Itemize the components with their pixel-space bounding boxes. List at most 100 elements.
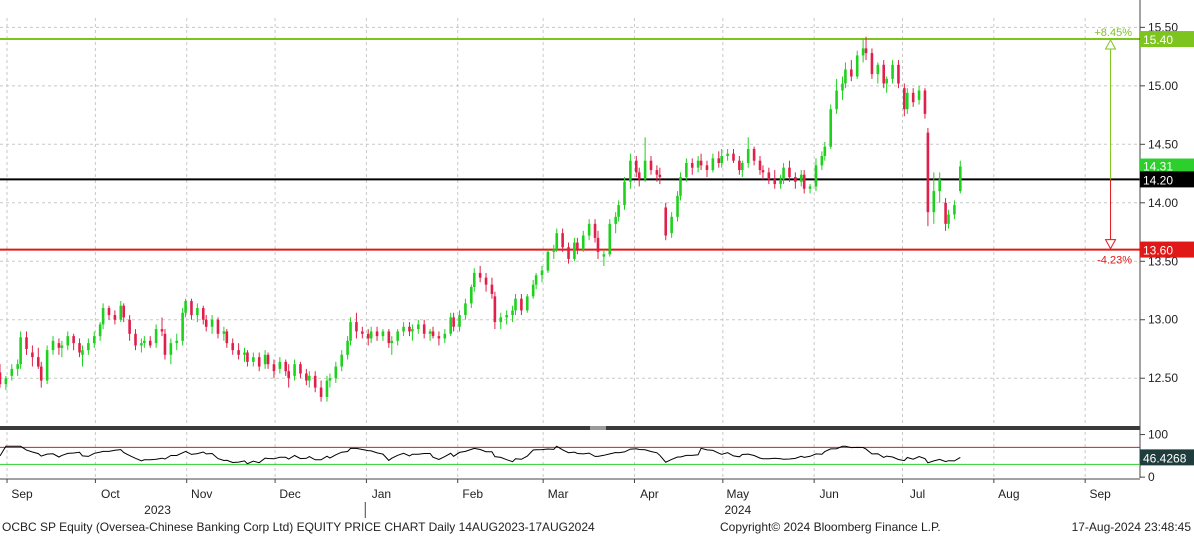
candle-down bbox=[122, 305, 126, 318]
candle-down bbox=[788, 167, 791, 178]
candle-down bbox=[257, 357, 261, 367]
x-tick-label: Sep bbox=[11, 487, 33, 501]
x-tick-label: Aug bbox=[998, 487, 1019, 501]
candle-down bbox=[752, 148, 756, 161]
candle-up bbox=[932, 191, 936, 213]
candle-up bbox=[617, 205, 620, 217]
candle-down bbox=[305, 373, 308, 381]
candle-up bbox=[876, 64, 880, 75]
level-label-pivot: 14.20 bbox=[1143, 173, 1173, 187]
x-tick-label: Jan bbox=[372, 487, 391, 501]
candle-down bbox=[634, 160, 638, 173]
candle-down bbox=[655, 170, 659, 175]
x-tick-label: Sep bbox=[1089, 487, 1111, 501]
level-label-resistance: 15.40 bbox=[1143, 33, 1173, 47]
candle-up bbox=[184, 301, 187, 313]
pane-divider-bar bbox=[0, 426, 1140, 430]
indicator-tick-label: 0 bbox=[1148, 470, 1155, 484]
candle-down bbox=[923, 90, 927, 114]
candle-up bbox=[514, 298, 517, 311]
candle-up bbox=[349, 322, 352, 341]
candle-down bbox=[204, 319, 208, 327]
candle-down bbox=[897, 64, 900, 84]
year-label: 2024 bbox=[724, 503, 751, 517]
candle-down bbox=[128, 319, 131, 334]
candle-down bbox=[773, 179, 777, 185]
candle-up bbox=[552, 249, 556, 252]
candle-down bbox=[355, 322, 358, 332]
candle-down bbox=[375, 331, 379, 337]
candle-up bbox=[947, 214, 950, 224]
candle-up bbox=[411, 329, 414, 332]
candle-down bbox=[761, 170, 765, 173]
candle-down bbox=[437, 336, 441, 339]
candle-up bbox=[835, 90, 838, 110]
candle-down bbox=[57, 343, 61, 348]
candle-up bbox=[938, 179, 941, 192]
footer-copyright: Copyright© 2024 Bloomberg Finance L.P. bbox=[720, 520, 941, 534]
candle-up bbox=[140, 343, 143, 346]
candle-down bbox=[850, 69, 853, 77]
x-tick-label: Jul bbox=[910, 487, 925, 501]
candle-up bbox=[390, 340, 394, 344]
pane-divider bbox=[0, 426, 1140, 430]
candle-down bbox=[903, 88, 906, 110]
indicator-tick-label: 100 bbox=[1148, 428, 1168, 442]
candle-up bbox=[458, 315, 461, 327]
candle-up bbox=[820, 156, 824, 166]
x-tick-label: Feb bbox=[462, 487, 483, 501]
candle-up bbox=[953, 205, 956, 215]
candle-up bbox=[711, 158, 715, 171]
candle-down bbox=[163, 333, 167, 355]
candle-up bbox=[679, 177, 682, 196]
candle-down bbox=[520, 298, 523, 311]
candle-down bbox=[690, 163, 694, 168]
candle-up bbox=[829, 109, 832, 147]
candle-up bbox=[841, 83, 844, 91]
x-tick-label: Oct bbox=[101, 487, 120, 501]
candle-down bbox=[944, 202, 947, 224]
candle-down bbox=[637, 172, 641, 180]
candle-up bbox=[346, 340, 349, 355]
x-tick-label: May bbox=[727, 487, 750, 501]
candle-up bbox=[222, 331, 226, 334]
candle-down bbox=[732, 153, 735, 161]
candle-up bbox=[844, 69, 847, 84]
candle-up bbox=[243, 352, 246, 355]
candle-down bbox=[422, 324, 426, 334]
candle-up bbox=[416, 324, 420, 330]
candle-up bbox=[623, 181, 626, 206]
candle-down bbox=[870, 53, 874, 75]
candle-down bbox=[576, 242, 579, 250]
candle-down bbox=[299, 364, 302, 374]
candle-up bbox=[252, 357, 255, 362]
candle-down bbox=[387, 331, 391, 344]
y-tick-label: 15.00 bbox=[1148, 79, 1178, 93]
candle-up bbox=[98, 324, 102, 337]
candle-up bbox=[92, 336, 96, 344]
candle-down bbox=[705, 165, 709, 171]
y-tick-label: 14.00 bbox=[1148, 196, 1178, 210]
candle-down bbox=[72, 336, 75, 344]
candle-up bbox=[511, 310, 514, 316]
candle-up bbox=[779, 179, 782, 185]
candle-down bbox=[287, 371, 290, 379]
candle-down bbox=[926, 132, 930, 213]
candle-up bbox=[101, 308, 105, 325]
candle-down bbox=[266, 354, 270, 365]
candle-down bbox=[78, 343, 81, 353]
x-tick-label: Mar bbox=[548, 487, 569, 501]
range-up-label: +8.45% bbox=[1094, 27, 1132, 39]
candle-down bbox=[319, 387, 323, 397]
candle-down bbox=[225, 331, 229, 344]
candle-up bbox=[334, 366, 338, 379]
candle-up bbox=[643, 160, 647, 180]
candle-up bbox=[823, 146, 827, 157]
candle-down bbox=[408, 326, 411, 332]
candle-up bbox=[470, 286, 473, 304]
candle-up bbox=[87, 343, 90, 351]
candle-down bbox=[148, 340, 152, 346]
candle-up bbox=[861, 48, 865, 56]
candle-down bbox=[490, 284, 494, 295]
candle-up bbox=[464, 303, 467, 316]
